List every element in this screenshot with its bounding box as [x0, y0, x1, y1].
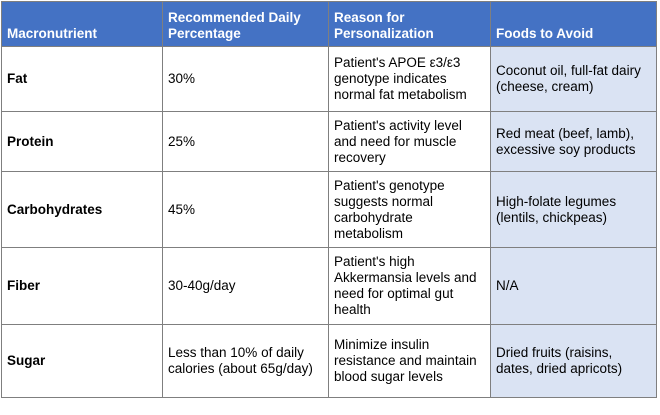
recommended-percentage: 30-40g/day [162, 247, 329, 325]
table-row: Fiber 30-40g/day Patient's high Akkerman… [1, 247, 657, 325]
table-row: Fat 30% Patient's APOE ε3/ε3 genotype in… [1, 46, 657, 112]
personalization-reason: Minimize insulin resistance and maintain… [328, 324, 491, 398]
macronutrient-name: Carbohydrates [1, 171, 163, 248]
personalization-reason: Patient's genotype suggests normal carbo… [328, 171, 491, 248]
foods-to-avoid: Dried fruits (raisins, dates, dried apri… [490, 324, 657, 398]
table-row: Sugar Less than 10% of daily calories (a… [1, 324, 657, 398]
macronutrient-name: Fat [1, 46, 163, 112]
header-row: Macronutrient Recommended Daily Percenta… [1, 1, 657, 47]
recommended-percentage: Less than 10% of daily calories (about 6… [162, 324, 329, 398]
table-body: Fat 30% Patient's APOE ε3/ε3 genotype in… [1, 46, 657, 398]
table-row: Protein 25% Patient's activity level and… [1, 111, 657, 172]
header-percentage: Recommended Daily Percentage [162, 1, 329, 47]
macronutrient-name: Sugar [1, 324, 163, 398]
header-reason: Reason for Personalization [328, 1, 491, 47]
personalization-reason: Patient's APOE ε3/ε3 genotype indicates … [328, 46, 491, 112]
recommended-percentage: 30% [162, 46, 329, 112]
recommended-percentage: 25% [162, 111, 329, 172]
macronutrient-name: Fiber [1, 247, 163, 325]
macronutrient-table: Macronutrient Recommended Daily Percenta… [1, 1, 657, 398]
foods-to-avoid: Coconut oil, full-fat dairy (cheese, cre… [490, 46, 657, 112]
table-row: Carbohydrates 45% Patient's genotype sug… [1, 171, 657, 248]
recommended-percentage: 45% [162, 171, 329, 248]
foods-to-avoid: High-folate legumes (lentils, chickpeas) [490, 171, 657, 248]
header-foods-to-avoid: Foods to Avoid [490, 1, 657, 47]
foods-to-avoid: Red meat (beef, lamb), excessive soy pro… [490, 111, 657, 172]
table-header: Macronutrient Recommended Daily Percenta… [1, 1, 657, 47]
personalization-reason: Patient's activity level and need for mu… [328, 111, 491, 172]
header-macronutrient: Macronutrient [1, 1, 163, 47]
macronutrient-name: Protein [1, 111, 163, 172]
personalization-reason: Patient's high Akkermansia levels and ne… [328, 247, 491, 325]
foods-to-avoid: N/A [490, 247, 657, 325]
